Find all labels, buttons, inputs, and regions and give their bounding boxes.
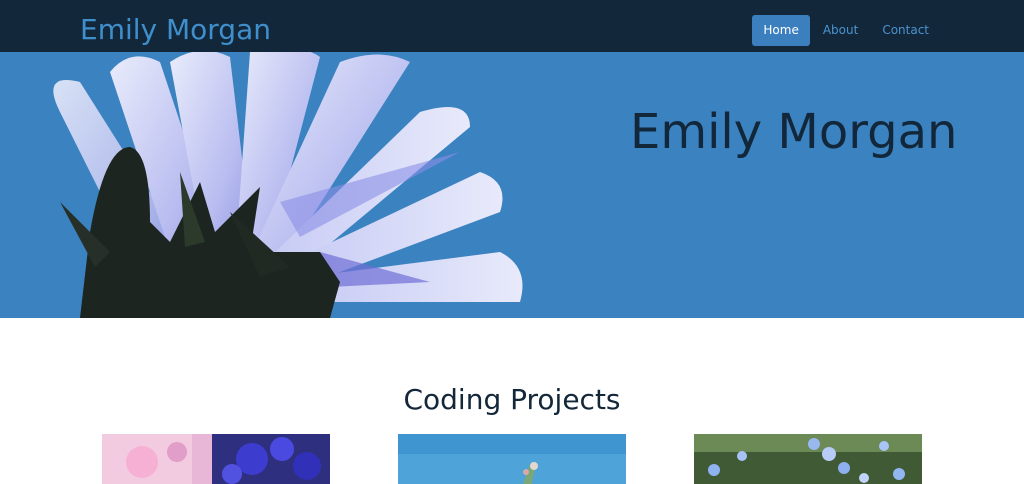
forget-me-not-flowers-image [694, 434, 922, 484]
project-card-2[interactable] [398, 434, 626, 484]
brand-link[interactable]: Emily Morgan [80, 13, 271, 47]
pink-blue-flowers-image [102, 434, 330, 484]
nav-about-link[interactable]: About [812, 15, 869, 46]
project-card-3[interactable] [694, 434, 922, 484]
project-card-1[interactable] [102, 434, 330, 484]
sky-plant-image [398, 434, 626, 484]
nav-menu: Home About Contact [750, 15, 940, 46]
navbar: Emily Morgan Home About Contact [0, 0, 1024, 52]
hero-banner: Emily Morgan [0, 52, 1024, 318]
hero-flower-image [0, 52, 1024, 318]
hero-title: Emily Morgan [630, 104, 958, 160]
nav-contact-link[interactable]: Contact [871, 15, 940, 46]
nav-home-link[interactable]: Home [752, 15, 810, 46]
projects-heading: Coding Projects [403, 383, 621, 416]
